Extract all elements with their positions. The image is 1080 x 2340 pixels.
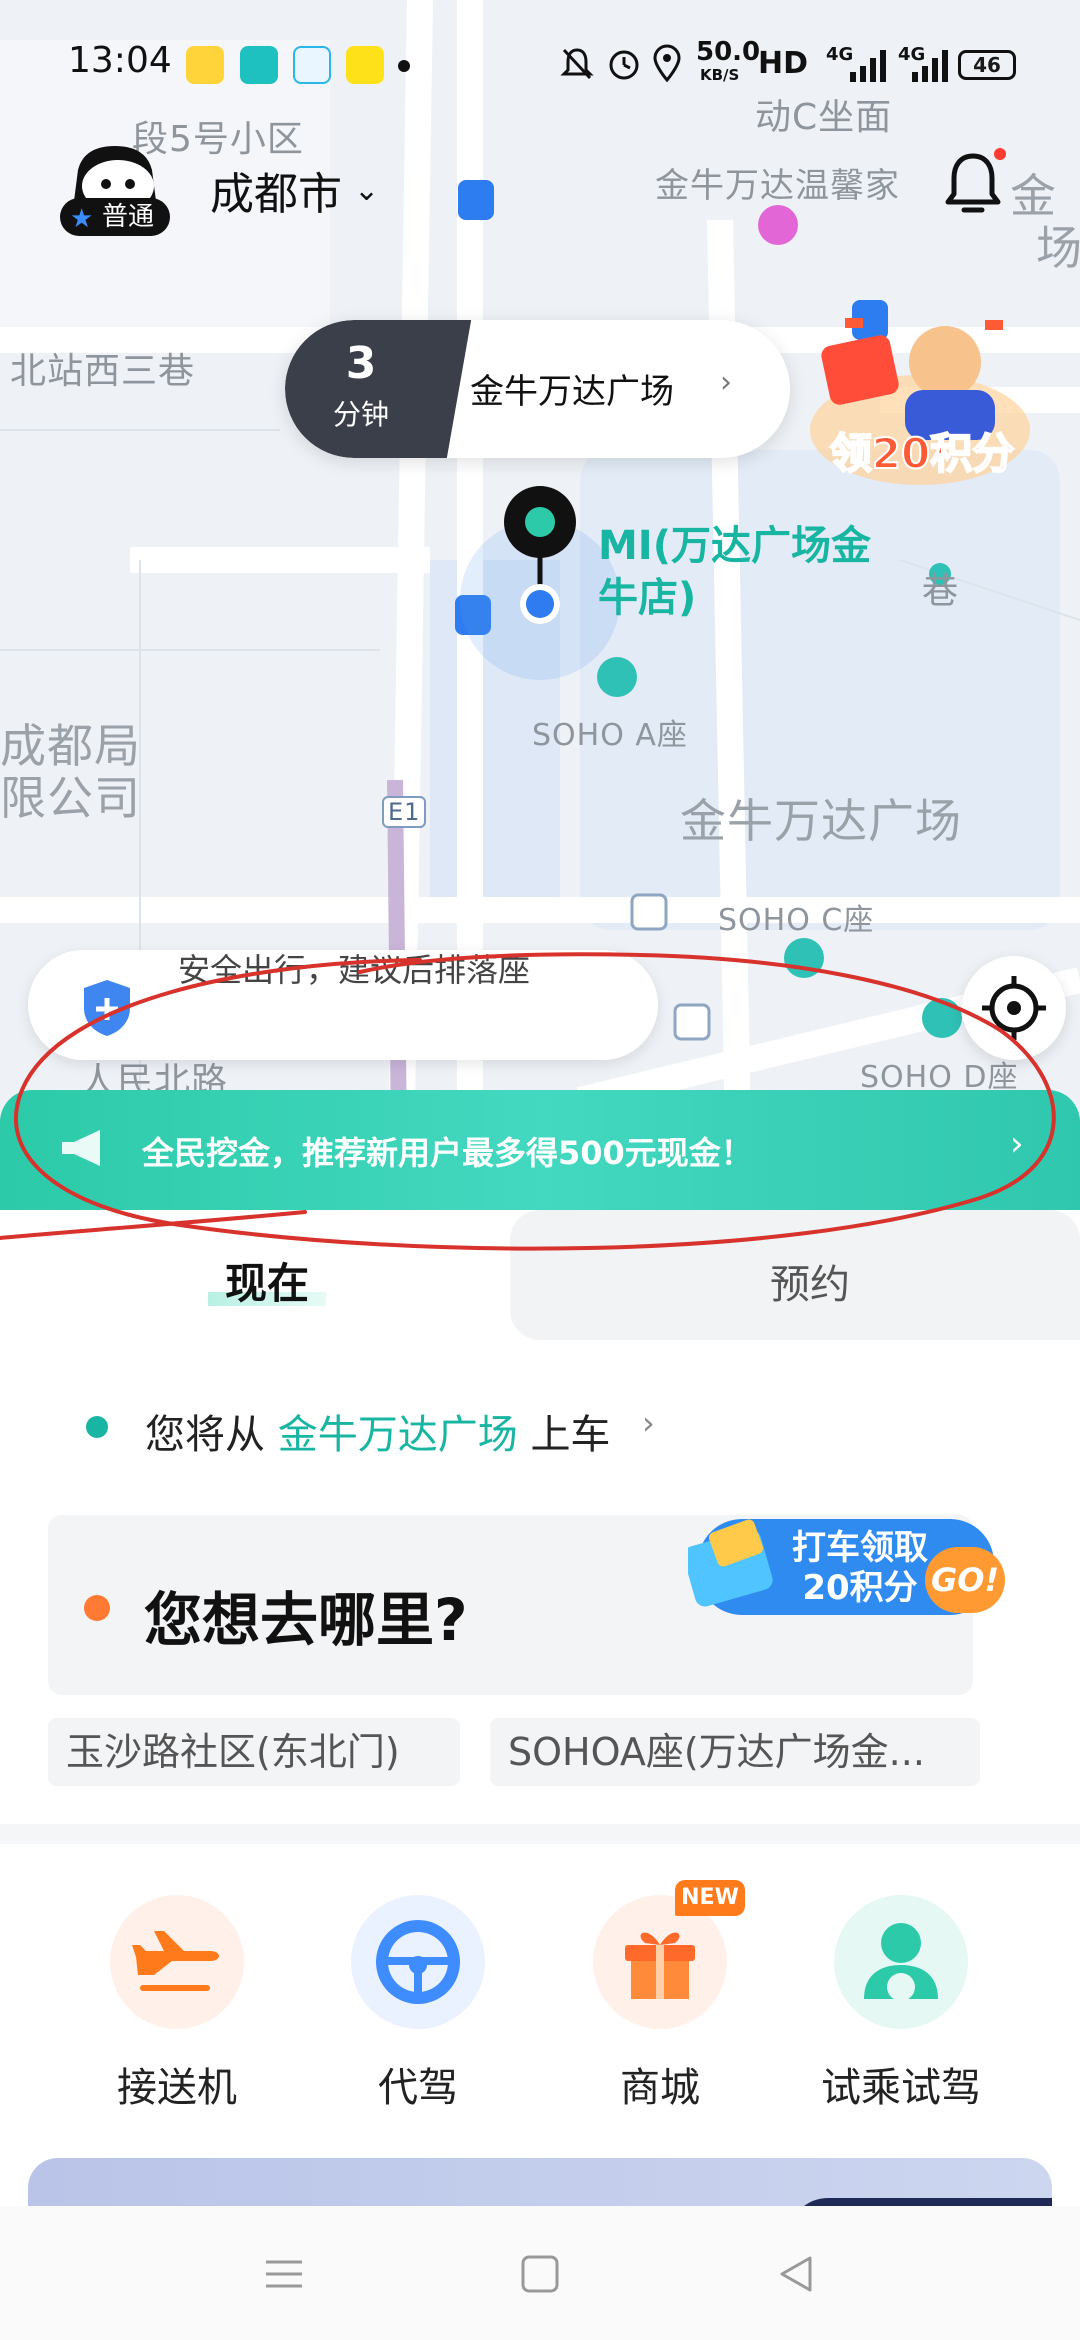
service-mall[interactable]: 商城 — [555, 1895, 765, 2111]
map-label-bureau-2: 限公司 — [0, 771, 141, 825]
chevron-down-icon: ⌄ — [354, 172, 380, 208]
service-label: 接送机 — [117, 2065, 237, 2111]
signal-bars-2-icon — [912, 50, 948, 82]
eta-place: 金牛万达广场 — [470, 372, 674, 412]
service-label: 代驾 — [378, 2065, 458, 2111]
service-icon-bg — [834, 1895, 968, 2029]
membership-label: 普通 — [102, 202, 155, 232]
section-divider — [0, 1824, 1080, 1844]
pickup-dot-icon — [86, 1416, 108, 1438]
service-airport-transfer[interactable]: 接送机 — [72, 1895, 282, 2111]
steering-wheel-icon — [376, 1920, 460, 2004]
poi-name[interactable]: MI(万达广场金牛店) — [598, 520, 898, 624]
ride-points-promo-text: 打车领取20积分 — [792, 1528, 928, 1608]
xianyu-icon — [346, 46, 384, 84]
map-label-e1: E1 — [382, 796, 427, 828]
hd-indicator: HD — [758, 46, 809, 81]
menu-icon[interactable] — [262, 2254, 306, 2294]
service-icon-bg — [110, 1895, 244, 2029]
eta-minutes: 3 — [345, 338, 377, 389]
shield-icon — [84, 980, 130, 1036]
status-time: 13:04 — [68, 40, 172, 81]
megaphone-icon — [62, 1130, 100, 1166]
locate-button[interactable] — [962, 956, 1066, 1060]
membership-badge[interactable]: ★ 普通 — [60, 198, 170, 236]
destination-dot-icon — [84, 1595, 110, 1621]
map-label-wanda-plaza: 金牛万达广场 — [680, 794, 962, 848]
battery-icon: 46 — [958, 50, 1016, 80]
tab-now-label: 现在 — [225, 1259, 310, 1308]
home-icon[interactable] — [518, 2254, 562, 2294]
eta-unit: 分钟 — [332, 398, 389, 431]
mute-icon — [560, 48, 594, 80]
alarm-icon — [609, 50, 639, 80]
recent-place-chip[interactable]: SOHOA座(万达广场金... — [490, 1718, 980, 1786]
map-label-soho-c: SOHO C座 — [718, 903, 875, 938]
tab-reserve-label: 预约 — [770, 1262, 850, 1308]
signal-bars-1-icon — [850, 50, 886, 82]
network-speed: 50.0 — [696, 37, 761, 67]
service-test-drive[interactable]: 试乘试驾 — [796, 1895, 1006, 2111]
city-selector[interactable]: 成都市 ⌄ — [210, 158, 379, 222]
destination-placeholder: 您想去哪里? — [144, 1586, 468, 1654]
city-label: 成都市 — [210, 169, 342, 220]
map-label-street-left: 北站西三巷 — [10, 351, 196, 392]
eta-box: 3 分钟 — [285, 320, 437, 458]
new-badge: NEW — [675, 1880, 745, 1916]
map-label-right-edge-2: 场 — [1036, 221, 1080, 275]
status-bar: 13:04 50.0 KB/S HD 4G 4G 46 — [0, 0, 1080, 130]
more-notifications-dot — [398, 60, 410, 72]
eta-pill[interactable]: 3 分钟 金牛万达广场 — [285, 320, 790, 458]
chevron-right-icon: › — [720, 365, 732, 400]
bilibili-icon — [293, 46, 331, 84]
map-label-soho-a: SOHO A座 — [532, 718, 688, 753]
promo-floater-text: 领20积分 — [829, 428, 1015, 479]
network-speed-unit: KB/S — [700, 66, 740, 84]
system-navigation-bar — [0, 2206, 1080, 2340]
pickup-suffix: 上车 — [530, 1412, 611, 1458]
location-icon — [653, 44, 681, 82]
chevron-right-icon: › — [1010, 1124, 1024, 1164]
service-label: 试乘试驾 — [821, 2065, 981, 2111]
pickup-text: 您将从 金牛万达广场 上车 — [145, 1402, 610, 1460]
weibo-icon — [186, 46, 224, 84]
referral-banner[interactable]: 全民挖金，推荐新用户最多得500元现金！ › — [0, 1090, 1080, 1210]
crosshair-icon — [982, 976, 1046, 1040]
tab-now[interactable]: 现在 — [0, 1210, 510, 1340]
recent-place-chip[interactable]: 玉沙路社区(东北门) — [48, 1718, 460, 1786]
service-designated-driver[interactable]: 代驾 — [313, 1895, 523, 2111]
go-button[interactable]: GO! — [925, 1547, 1005, 1613]
star-icon: ★ — [70, 204, 94, 234]
ride-mode-tabs: 预约 现在 — [0, 1210, 1080, 1340]
notification-dot — [994, 148, 1006, 160]
map-label-hotel: 金牛万达温馨家 — [655, 166, 900, 206]
boss-zhipin-icon — [240, 46, 278, 84]
pickup-location-row[interactable]: 您将从 金牛万达广场 上车 › — [0, 1390, 1080, 1460]
banner-text: 全民挖金，推荐新用户最多得500元现金！ — [142, 1134, 753, 1172]
airplane-icon — [132, 1931, 219, 1991]
service-icon-bg — [351, 1895, 485, 2029]
pickup-prefix: 您将从 — [145, 1412, 265, 1458]
safety-tip[interactable]: 安全出行，建议后排落座 — [28, 950, 658, 1060]
pickup-pin-icon — [504, 486, 576, 624]
chevron-right-icon: › — [642, 1404, 655, 1442]
service-label: 商城 — [620, 2065, 700, 2111]
back-icon[interactable] — [774, 2254, 818, 2294]
safety-tip-text: 安全出行，建议后排落座 — [178, 951, 531, 989]
pickup-place: 金牛万达广场 — [277, 1412, 518, 1458]
map-label-lane-right: 巷 — [922, 571, 960, 612]
tab-reserve[interactable]: 预约 — [510, 1210, 1080, 1340]
notification-bell-icon[interactable] — [942, 150, 1004, 216]
driver-icon — [864, 1923, 938, 2001]
